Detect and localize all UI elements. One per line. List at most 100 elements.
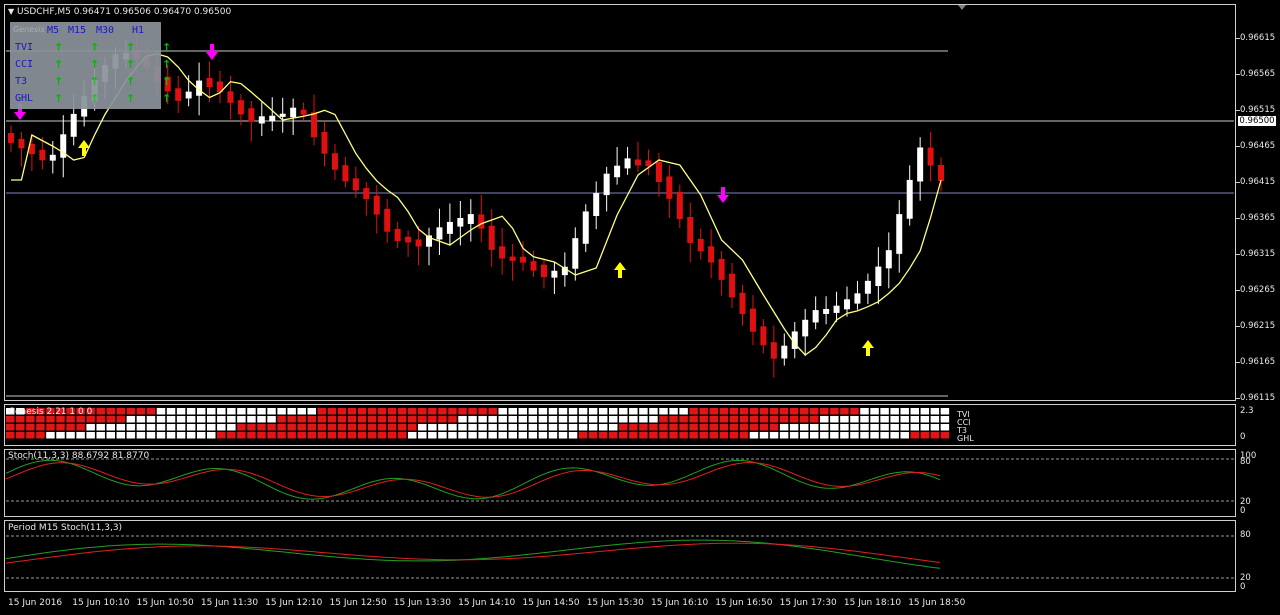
genesis-block bbox=[709, 424, 718, 431]
genesis-block bbox=[518, 408, 528, 415]
genesis-block bbox=[739, 416, 749, 423]
candle-body bbox=[708, 246, 715, 263]
price-axis-tick bbox=[1236, 254, 1240, 255]
time-axis-label: 15 Jun 2016 bbox=[8, 598, 63, 608]
genesis-block bbox=[186, 416, 196, 423]
genesis-block bbox=[659, 424, 668, 431]
genesis-block bbox=[609, 432, 618, 439]
genesis-block bbox=[870, 424, 879, 431]
genesis-block bbox=[820, 424, 829, 431]
genesis-block bbox=[297, 416, 306, 423]
genesis-block bbox=[779, 416, 789, 423]
genesis-block bbox=[558, 432, 568, 439]
genesis-block bbox=[267, 424, 276, 431]
genesis-block bbox=[136, 416, 146, 423]
genesis-block bbox=[729, 408, 739, 415]
genesis-block bbox=[649, 408, 658, 415]
genesis-block bbox=[699, 408, 708, 415]
time-axis-label: 15 Jun 14:50 bbox=[522, 598, 580, 608]
genesis-block bbox=[166, 424, 176, 431]
genesis-block bbox=[669, 408, 678, 415]
genesis-block bbox=[890, 416, 899, 423]
candle-body bbox=[499, 246, 506, 259]
genesis-block bbox=[156, 416, 166, 423]
genesis-block bbox=[337, 432, 347, 439]
genesis-block bbox=[247, 408, 256, 415]
genesis-block bbox=[558, 416, 568, 423]
price-axis-label: 0.96615 bbox=[1240, 33, 1276, 43]
genesis-block bbox=[207, 416, 216, 423]
time-axis-label: 15 Jun 18:50 bbox=[908, 598, 966, 608]
genesis-block bbox=[136, 408, 146, 415]
genesis-block bbox=[709, 432, 718, 439]
genesis-block bbox=[890, 432, 899, 439]
genesis-block bbox=[810, 408, 819, 415]
candle-body bbox=[687, 216, 694, 243]
genesis-block bbox=[860, 432, 869, 439]
time-axis-label: 15 Jun 13:30 bbox=[393, 598, 451, 608]
candle-body bbox=[885, 250, 892, 269]
genesis-block bbox=[538, 424, 548, 431]
genesis-block bbox=[870, 416, 879, 423]
period-stoch-main-line bbox=[5, 539, 941, 569]
genesis-block bbox=[16, 432, 25, 439]
genesis-block bbox=[900, 408, 909, 415]
genesis-block bbox=[488, 416, 497, 423]
candle-body bbox=[342, 165, 349, 182]
price-axis-tick bbox=[1236, 326, 1240, 327]
genesis-block bbox=[418, 408, 427, 415]
arrow-up-icon: ↑ bbox=[162, 75, 172, 88]
genesis-block bbox=[518, 424, 528, 431]
genesis-block bbox=[759, 424, 769, 431]
price-axis-tick bbox=[1236, 38, 1240, 39]
genesis-block bbox=[548, 416, 558, 423]
sell-signal-arrow-icon bbox=[717, 187, 729, 203]
candle-body bbox=[311, 112, 318, 138]
candle-body bbox=[8, 133, 14, 143]
timeframe-m30: M30 bbox=[96, 25, 115, 36]
genesis-block bbox=[16, 424, 25, 431]
genesis-block bbox=[538, 416, 548, 423]
chart-shift-marker-icon bbox=[958, 5, 966, 10]
genesis-block bbox=[106, 424, 115, 431]
genesis-block bbox=[649, 424, 658, 431]
genesis-block bbox=[247, 416, 256, 423]
genesis-block bbox=[126, 432, 136, 439]
candle-body bbox=[446, 221, 453, 234]
genesis-block bbox=[46, 424, 55, 431]
genesis-block bbox=[56, 424, 65, 431]
genesis-block bbox=[146, 416, 156, 423]
genesis-block bbox=[116, 424, 126, 431]
genesis-block bbox=[86, 424, 95, 431]
candle-body bbox=[279, 113, 286, 117]
arrow-up-icon: ↑ bbox=[54, 58, 64, 71]
arrow-up-icon: ↑ bbox=[126, 75, 136, 88]
genesis-block bbox=[850, 416, 859, 423]
genesis-label-ghl: GHL bbox=[957, 434, 974, 443]
candle-body bbox=[781, 345, 788, 359]
genesis-block bbox=[116, 416, 126, 423]
genesis-block bbox=[669, 424, 678, 431]
genesis-block bbox=[789, 432, 799, 439]
price-axis-label: 0.96415 bbox=[1240, 177, 1276, 187]
genesis-block bbox=[337, 424, 347, 431]
genesis-block bbox=[719, 424, 729, 431]
genesis-block bbox=[297, 432, 306, 439]
genesis-block bbox=[247, 432, 256, 439]
genesis-block bbox=[729, 424, 739, 431]
candle-body bbox=[70, 113, 77, 137]
genesis-block bbox=[900, 432, 909, 439]
candle-body bbox=[844, 299, 850, 310]
collapse-triangle-icon[interactable]: ▼ bbox=[8, 7, 14, 16]
genesis-block bbox=[387, 424, 397, 431]
arrow-up-icon: ↑ bbox=[54, 92, 64, 105]
genesis-block bbox=[639, 408, 648, 415]
candle-body bbox=[488, 225, 495, 250]
genesis-block bbox=[257, 424, 266, 431]
genesis-block bbox=[478, 416, 487, 423]
genesis-block bbox=[418, 424, 427, 431]
price-axis-label: 0.96515 bbox=[1240, 105, 1276, 115]
symbol-title: USDCHF,M5 bbox=[17, 7, 71, 17]
genesis-block bbox=[207, 432, 216, 439]
genesis-block bbox=[940, 424, 950, 431]
